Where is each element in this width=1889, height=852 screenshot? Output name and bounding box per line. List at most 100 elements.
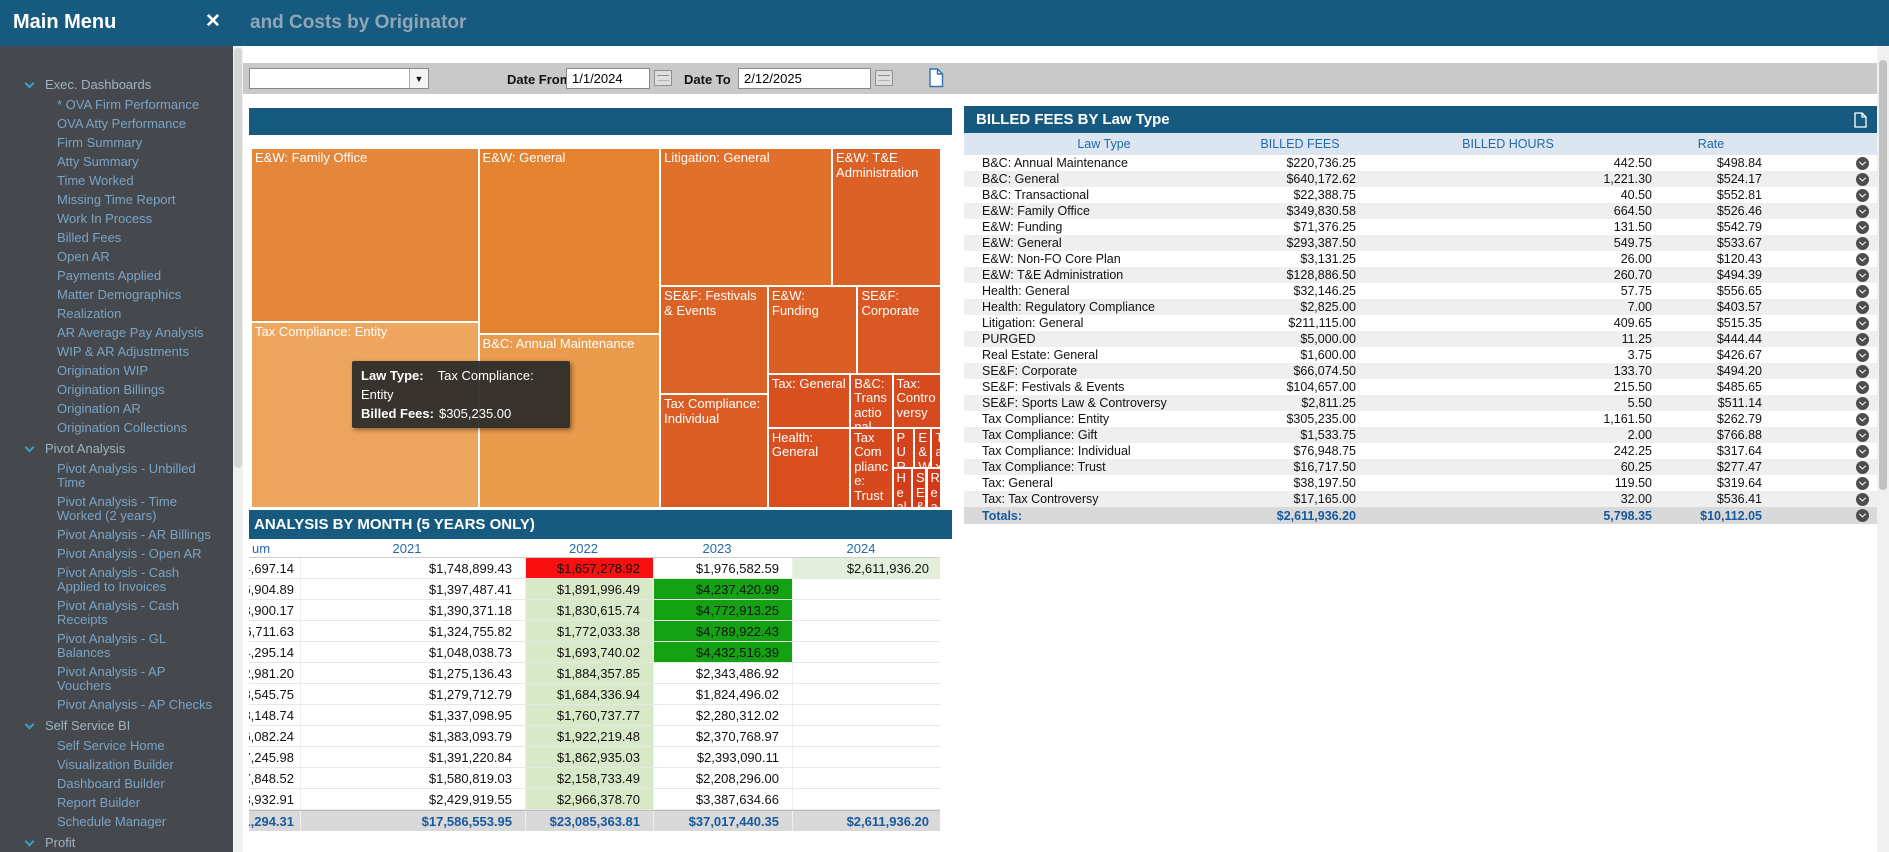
sidebar-item[interactable]: Firm Summary [0,134,233,153]
row-expand-icon[interactable] [1856,444,1869,458]
calendar-icon[interactable] [875,70,893,86]
billed-fees-row[interactable]: Tax Compliance: Individual $76,948.75 242.… [964,443,1877,459]
treemap-block[interactable]: Real Estate: General [926,468,941,508]
row-expand-icon[interactable] [1856,300,1869,314]
analysis-cell[interactable]: $4,237,420.99 [654,579,793,599]
treemap-block[interactable]: E&W: Non-FO Core Plan [914,427,932,469]
sidebar-item[interactable]: Pivot Analysis - Open AR [0,545,233,564]
sidebar-section[interactable]: Self Service BI [0,715,233,737]
sidebar-section[interactable]: Exec. Dashboards [0,74,233,96]
analysis-cell[interactable]: 3,932.91 [249,789,301,809]
row-expand-icon[interactable] [1856,509,1869,522]
billed-fees-row[interactable]: SE&F: Sports Law & Controversy $2,811.25 5… [964,395,1877,411]
sidebar-scrollbar-thumb[interactable] [234,48,242,468]
analysis-cell[interactable] [793,747,940,767]
row-expand-icon[interactable] [1856,364,1869,378]
row-expand-icon[interactable] [1856,188,1869,202]
analysis-cell[interactable]: $1,891,996.49 [526,579,654,599]
analysis-cell[interactable]: $1,657,278.92 [526,558,654,578]
treemap-block[interactable]: Tax Compliance: Trust [850,427,893,508]
sidebar-item[interactable]: OVA Atty Performance [0,115,233,134]
billed-fees-row[interactable]: Health: General $32,146.25 57.75 $556.65 [964,283,1877,299]
sidebar-item[interactable]: Schedule Manager [0,813,233,832]
treemap-block[interactable]: E&W: T&E Administration [832,148,941,286]
column-header-2024[interactable]: 2024 [793,539,940,557]
sidebar-item[interactable]: Pivot Analysis - AR Billings [0,526,233,545]
treemap-block[interactable]: E&W: General [478,148,661,334]
treemap-block[interactable]: B&C: Transactional [850,373,893,428]
export-icon[interactable] [1854,111,1867,128]
treemap-block[interactable]: Tax: General [767,373,851,428]
row-expand-icon[interactable] [1856,204,1869,218]
analysis-cell[interactable]: $2,393,090.11 [654,747,793,767]
page-scrollbar-thumb[interactable] [1879,60,1887,490]
sidebar-scrollbar[interactable] [233,46,243,852]
analysis-cell[interactable]: $1,748,899.43 [301,558,526,578]
calendar-icon[interactable] [654,70,672,86]
analysis-cell[interactable]: $1,772,033.38 [526,621,654,641]
billed-fees-row[interactable]: E&W: Family Office $349,830.58 664.50 $526.… [964,203,1877,219]
treemap-block[interactable]: Tax Compliance: Individual [660,393,768,508]
row-expand-icon[interactable] [1856,172,1869,186]
analysis-cell[interactable]: $2,370,768.97 [654,726,793,746]
column-header-billed-hours[interactable]: BILLED HOURS [1364,133,1660,155]
analysis-cell[interactable]: $1,884,357.85 [526,663,654,683]
sidebar-item[interactable]: Pivot Analysis - Unbilled Time [0,460,233,493]
column-header-billed-fees[interactable]: BILLED FEES [1244,133,1364,155]
billed-fees-row[interactable]: SE&F: Corporate $66,074.50 133.70 $494.20 [964,363,1877,379]
analysis-cell[interactable]: $2,280,312.02 [654,705,793,725]
analysis-cell[interactable]: 4,697.14 [249,558,301,578]
treemap-block[interactable]: E&W: Family Office [251,148,479,322]
row-expand-icon[interactable] [1856,236,1869,250]
sidebar-item[interactable]: Matter Demographics [0,286,233,305]
analysis-cell[interactable]: $1,048,038.73 [301,642,526,662]
treemap-block[interactable]: PURGED [892,427,915,469]
analysis-cell[interactable]: $1,976,582.59 [654,558,793,578]
analysis-cell[interactable] [793,663,940,683]
row-expand-icon[interactable] [1856,428,1869,442]
date-from-input[interactable] [566,68,650,89]
treemap-block[interactable]: Tax Compliance: Gift [931,427,941,469]
sidebar-item[interactable]: Pivot Analysis - AP Vouchers [0,663,233,696]
analysis-cell[interactable]: 4,295.14 [249,642,301,662]
analysis-cell[interactable]: 6,082.24 [249,726,301,746]
analysis-cell[interactable]: $2,429,919.55 [301,789,526,809]
billed-fees-row[interactable]: Tax Compliance: Trust $16,717.50 60.25 $277… [964,459,1877,475]
analysis-cell[interactable]: $1,824,496.02 [654,684,793,704]
billed-fees-row[interactable]: PURGED $5,000.00 11.25 $444.44 [964,331,1877,347]
analysis-cell[interactable] [793,705,940,725]
row-expand-icon[interactable] [1856,284,1869,298]
analysis-cell[interactable]: $1,279,712.79 [301,684,526,704]
billed-fees-row[interactable]: B&C: Annual Maintenance $220,736.25 442.50… [964,155,1877,171]
sidebar-item[interactable]: Dashboard Builder [0,775,233,794]
analysis-cell[interactable]: $1,862,935.03 [526,747,654,767]
sidebar-item[interactable]: * OVA Firm Performance [0,96,233,115]
analysis-cell[interactable]: $2,208,296.00 [654,768,793,788]
close-icon[interactable]: ✕ [205,10,221,33]
sidebar-item[interactable]: Pivot Analysis - Cash Applied to Invoice… [0,564,233,597]
analysis-cell[interactable]: $1,324,755.82 [301,621,526,641]
sidebar-item[interactable]: AR Average Pay Analysis [0,324,233,343]
billed-fees-row[interactable]: E&W: Funding $71,376.25 131.50 $542.79 [964,219,1877,235]
sidebar-item[interactable]: WIP & AR Adjustments [0,343,233,362]
sidebar-item[interactable]: Self Service Home [0,737,233,756]
analysis-cell[interactable] [793,789,940,809]
billed-fees-row[interactable]: Tax: Tax Controversy $17,165.00 32.00 $536.… [964,491,1877,507]
analysis-cell[interactable]: 8,148.74 [249,705,301,725]
sidebar-item[interactable]: Pivot Analysis - GL Balances [0,630,233,663]
analysis-cell[interactable] [793,600,940,620]
billed-fees-row[interactable]: Tax: General $38,197.50 119.50 $319.64 [964,475,1877,491]
billed-fees-row[interactable]: E&W: Non-FO Core Plan $3,131.25 26.00 $120.… [964,251,1877,267]
analysis-cell[interactable]: $2,611,936.20 [793,558,940,578]
analysis-cell[interactable]: 6,711.63 [249,621,301,641]
sidebar-item[interactable]: Pivot Analysis - AP Checks [0,696,233,715]
analysis-cell[interactable]: $1,383,093.79 [301,726,526,746]
row-expand-icon[interactable] [1856,380,1869,394]
analysis-cell[interactable]: 6,904.89 [249,579,301,599]
billed-fees-row[interactable]: B&C: General $640,172.62 1,221.30 $524.17 [964,171,1877,187]
row-expand-icon[interactable] [1856,268,1869,282]
column-header-rate[interactable]: Rate [1660,133,1770,155]
analysis-cell[interactable] [793,621,940,641]
treemap-block[interactable]: Health: General [767,427,851,508]
analysis-cell[interactable]: 7,848.52 [249,768,301,788]
